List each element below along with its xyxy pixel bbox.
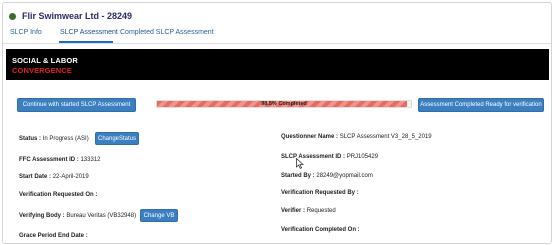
tab-slcp-assessment[interactable]: SLCP Assessment xyxy=(60,29,118,36)
questionnaire-name-label: Questionner Name : xyxy=(281,134,339,140)
slcp-banner: SOCIAL & LABOR CONVERGENCE xyxy=(6,49,549,80)
ffc-assessment-id-label: FFC Assessment ID : xyxy=(19,157,79,163)
status-field: Status : In Progress (ASI) xyxy=(19,136,89,142)
change-status-button[interactable]: ChangeStatus xyxy=(95,132,139,145)
verifying-body-label: Verifying Body : xyxy=(19,213,65,219)
status-dot-icon xyxy=(9,12,16,20)
tab-bar: SLCP Info SLCP Assessment Completed SLCP… xyxy=(3,25,551,44)
ffc-assessment-id-field: FFC Assessment ID : 133312 xyxy=(19,157,101,163)
banner-line-1: SOCIAL & LABOR xyxy=(12,56,78,65)
verification-requested-by-field: Verification Requested By : xyxy=(281,190,359,196)
verification-completed-on-label: Verification Completed On : xyxy=(281,227,360,233)
verifier-value: Requested xyxy=(306,208,336,214)
grace-period-field: Grace Period End Date : xyxy=(19,233,88,239)
main-panel: Flir Swimwear Ltd - 28249 SLCP Info SLCP… xyxy=(2,2,552,244)
verifying-body-field: Verifying Body : Bureau Veritas (VB32948… xyxy=(19,213,136,219)
page-header: Flir Swimwear Ltd - 28249 xyxy=(9,8,132,24)
start-date-label: Start Date : xyxy=(19,174,52,180)
slcp-assessment-id-value: PRJ105429 xyxy=(346,154,379,160)
banner-line-2: CONVERGENCE xyxy=(12,66,72,75)
verification-requested-on-label: Verification Requested On : xyxy=(19,192,98,198)
verification-completed-on-field: Verification Completed On : xyxy=(281,227,360,233)
verifier-field: Verifier : Requested xyxy=(281,208,336,214)
questionnaire-name-value: SLCP Assessment V3_28_5_2019 xyxy=(339,134,432,140)
started-by-field: Started By : 28249@yopmail.com xyxy=(281,173,373,179)
started-by-value: 28249@yopmail.com xyxy=(316,173,373,179)
started-by-label: Started By : xyxy=(281,173,315,179)
active-tab-indicator xyxy=(59,41,113,43)
start-date-field: Start Date : 22-April-2019 xyxy=(19,174,89,180)
status-label: Status : xyxy=(19,136,42,142)
verification-requested-on-field: Verification Requested On : xyxy=(19,192,97,198)
continue-assessment-button[interactable]: Continue with started SLCP Assessment xyxy=(17,98,136,112)
ffc-assessment-id-value: 133312 xyxy=(80,157,101,163)
verifier-label: Verifier : xyxy=(281,208,306,214)
progress-label: 98.5% Completed xyxy=(261,101,307,107)
questionnaire-name-field: Questionner Name : SLCP Assessment V3_28… xyxy=(281,134,432,140)
change-vb-button[interactable]: Change VB xyxy=(140,209,178,222)
grace-period-label: Grace Period End Date : xyxy=(19,233,88,239)
page-title: Flir Swimwear Ltd - 28249 xyxy=(22,11,133,21)
start-date-value: 22-April-2019 xyxy=(52,174,89,180)
verifying-body-value: Bureau Veritas (VB32948) xyxy=(66,213,137,219)
mouse-cursor-icon xyxy=(296,158,304,169)
assessment-completed-button[interactable]: Assessment Completed Ready for verificat… xyxy=(418,98,544,112)
verification-requested-by-label: Verification Requested By : xyxy=(281,190,359,196)
tab-completed-slcp-assessment[interactable]: Completed SLCP Assessment xyxy=(120,29,214,36)
slcp-assessment-id-label: SLCP Assessment ID : xyxy=(281,154,346,160)
status-value: In Progress (ASI) xyxy=(42,136,89,142)
progress-bar: 98.5% Completed xyxy=(156,100,412,108)
tab-slcp-info[interactable]: SLCP Info xyxy=(10,29,42,36)
